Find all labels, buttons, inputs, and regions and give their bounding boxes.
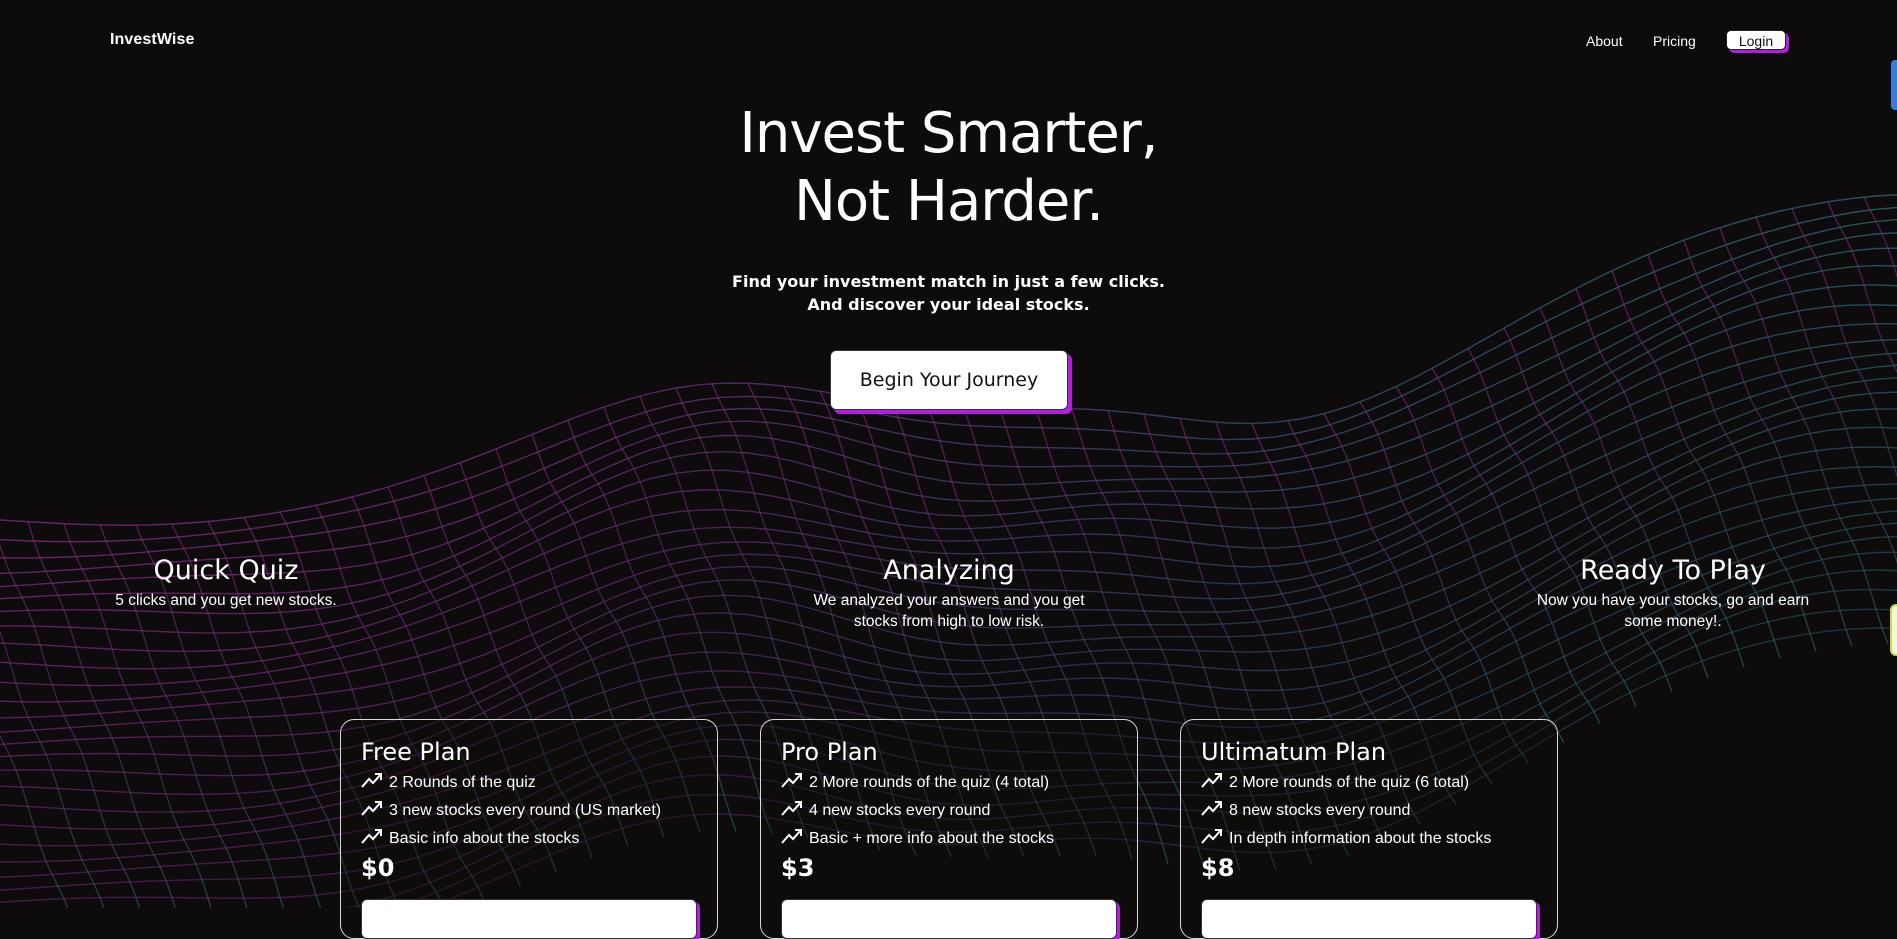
- feature-quick-quiz: Quick Quiz 5 clicks and you get new stoc…: [110, 555, 342, 611]
- plan-feature: In depth information about the stocks: [1201, 828, 1537, 856]
- trending-up-icon: [781, 801, 802, 816]
- login-button[interactable]: Login: [1726, 30, 1786, 50]
- trending-up-icon: [361, 773, 382, 788]
- plan-feature-text: In depth information about the stocks: [1229, 830, 1492, 847]
- feature-text: 5 clicks and you get new stocks.: [115, 592, 337, 609]
- hero-title-line1: Invest Smarter,: [739, 101, 1158, 166]
- plan-feature-text: 2 More rounds of the quiz (4 total): [809, 774, 1050, 791]
- plan-feature: 8 new stocks every round: [1201, 800, 1537, 828]
- plan-price: $8: [1201, 854, 1235, 882]
- plan-card-pro: Pro Plan 2 More rounds of the quiz (4 to…: [760, 719, 1138, 939]
- nav-link-pricing[interactable]: Pricing: [1653, 33, 1696, 49]
- side-widget-tab[interactable]: [1891, 60, 1897, 110]
- trending-up-icon: [1201, 829, 1222, 844]
- plan-feature: Basic + more info about the stocks: [781, 828, 1117, 856]
- feature-ready-to-play: Ready To Play Now you have your stocks, …: [1525, 555, 1821, 632]
- plan-title: Free Plan: [361, 738, 471, 766]
- plan-price: $3: [781, 854, 815, 882]
- plan-select-button[interactable]: [1201, 899, 1537, 939]
- plan-feature-text: Basic info about the stocks: [389, 830, 580, 847]
- feature-analyzing: Analyzing We analyzed your answers and y…: [805, 555, 1093, 632]
- side-widget-tab[interactable]: [1890, 604, 1897, 656]
- feature-text: We analyzed your answers and you get sto…: [813, 592, 1085, 630]
- hero-title: Invest Smarter, Not Harder.: [0, 100, 1897, 236]
- feature-title: Analyzing: [883, 555, 1015, 586]
- trending-up-icon: [361, 801, 382, 816]
- begin-journey-button[interactable]: Begin Your Journey: [830, 350, 1068, 410]
- plan-feature-text: 3 new stocks every round (US market): [389, 802, 662, 819]
- trending-up-icon: [361, 829, 382, 844]
- plan-feature-text: 2 Rounds of the quiz: [389, 774, 536, 791]
- plan-feature: 3 new stocks every round (US market): [361, 800, 697, 828]
- hero-subtitle-line1: Find your investment match in just a few…: [732, 272, 1165, 291]
- plan-card-free: Free Plan 2 Rounds of the quiz 3 new sto…: [340, 719, 718, 939]
- feature-title: Quick Quiz: [153, 555, 299, 586]
- plan-feature-text: 2 More rounds of the quiz (6 total): [1229, 774, 1470, 791]
- plan-select-button[interactable]: [781, 899, 1117, 939]
- plan-feature-text: Basic + more info about the stocks: [809, 830, 1055, 847]
- plan-feature-text: 4 new stocks every round: [809, 802, 991, 819]
- plan-feature: Basic info about the stocks: [361, 828, 697, 856]
- plan-card-ultimatum: Ultimatum Plan 2 More rounds of the quiz…: [1180, 719, 1558, 939]
- hero-subtitle-line2: And discover your ideal stocks.: [807, 295, 1090, 314]
- plan-feature: 2 More rounds of the quiz (4 total): [781, 772, 1117, 800]
- trending-up-icon: [1201, 773, 1222, 788]
- plan-price: $0: [361, 854, 395, 882]
- wave-line: [0, 734, 69, 908]
- plan-feature: 4 new stocks every round: [781, 800, 1117, 828]
- plan-select-button[interactable]: [361, 899, 697, 939]
- plan-title: Ultimatum Plan: [1201, 738, 1387, 766]
- plan-title: Pro Plan: [781, 738, 878, 766]
- wave-line: [0, 364, 1897, 703]
- trending-up-icon: [781, 773, 802, 788]
- nav-link-about[interactable]: About: [1586, 33, 1623, 49]
- brand-logo[interactable]: InvestWise: [110, 31, 194, 49]
- trending-up-icon: [1201, 801, 1222, 816]
- plan-feature: 2 More rounds of the quiz (6 total): [1201, 772, 1537, 800]
- plan-feature-text: 8 new stocks every round: [1229, 802, 1411, 819]
- hero-subtitle: Find your investment match in just a few…: [0, 270, 1897, 316]
- feature-text: Now you have your stocks, go and earn so…: [1536, 592, 1810, 630]
- feature-title: Ready To Play: [1580, 555, 1766, 586]
- hero-title-line2: Not Harder.: [793, 169, 1104, 234]
- wave-line: [1359, 401, 1529, 764]
- trending-up-icon: [781, 829, 802, 844]
- plan-feature: 2 Rounds of the quiz: [361, 772, 697, 800]
